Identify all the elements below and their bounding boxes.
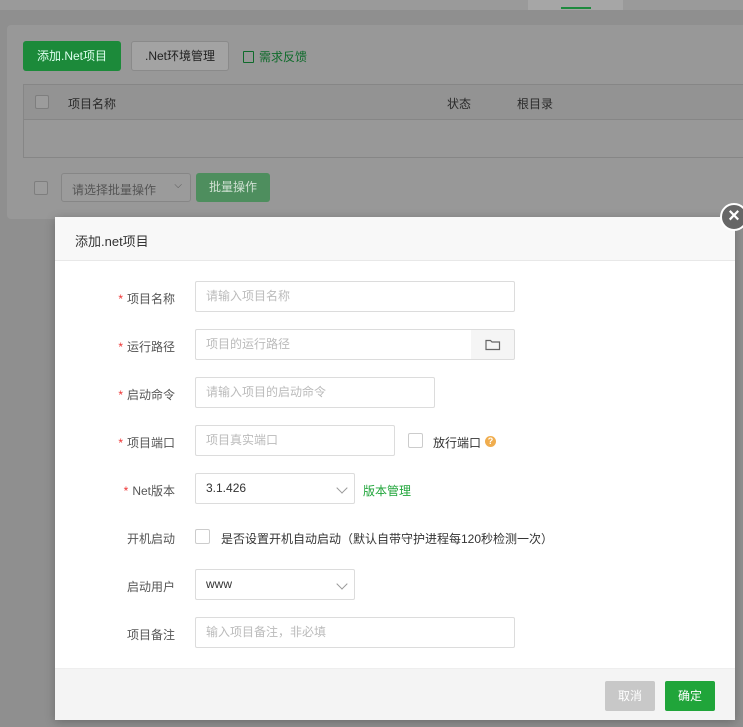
required-mark: *: [118, 340, 123, 354]
help-icon[interactable]: ?: [485, 436, 496, 447]
select-all-checkbox[interactable]: [35, 95, 49, 109]
autostart-checkbox[interactable]: [195, 529, 210, 544]
batch-operation-button[interactable]: 批量操作: [196, 173, 270, 202]
autostart-label: 开机启动: [126, 532, 175, 546]
folder-icon: [485, 339, 501, 351]
column-header-status[interactable]: 状态: [447, 95, 471, 112]
required-mark: *: [118, 388, 123, 402]
open-port-label: 放行端口: [433, 436, 482, 450]
start-user-value: www: [206, 577, 232, 591]
dialog-title: 添加.net项目: [75, 234, 149, 249]
top-nav-bar: [0, 0, 743, 10]
project-port-label: * 项目端口: [118, 436, 175, 450]
dialog-header: 添加.net项目: [55, 217, 735, 261]
batch-select-checkbox[interactable]: [34, 181, 48, 195]
project-name-input[interactable]: 请输入项目名称: [195, 281, 515, 312]
batch-select-placeholder: 请选择批量操作: [72, 183, 157, 197]
net-env-manage-button[interactable]: .Net环境管理: [131, 41, 229, 71]
start-command-input[interactable]: 请输入项目的启动命令: [195, 377, 435, 408]
active-tab-indicator: [561, 7, 591, 9]
remark-label: 项目备注: [126, 628, 175, 642]
net-version-select[interactable]: 3.1.426: [195, 473, 355, 504]
cancel-button[interactable]: 取消: [605, 681, 655, 711]
run-path-input[interactable]: 项目的运行路径: [195, 329, 472, 360]
version-manage-link[interactable]: 版本管理: [363, 482, 411, 499]
column-header-root[interactable]: 根目录: [517, 95, 553, 112]
chevron-down-icon: [336, 578, 348, 590]
table-header: 项目名称 状态 根目录: [24, 85, 743, 120]
close-icon[interactable]: ×: [720, 203, 743, 231]
net-version-value: 3.1.426: [206, 481, 247, 495]
browse-folder-button[interactable]: [471, 329, 515, 360]
project-port-input[interactable]: 项目真实端口: [195, 425, 395, 456]
required-mark: *: [123, 484, 129, 498]
required-mark: *: [118, 292, 123, 306]
autostart-description: 是否设置开机自动启动（默认自带守护进程每120秒检测一次）: [221, 532, 554, 546]
confirm-button[interactable]: 确定: [665, 681, 715, 711]
start-user-select[interactable]: www: [195, 569, 355, 600]
feedback-label: 需求反馈: [259, 50, 308, 64]
run-path-label: * 运行路径: [118, 340, 175, 354]
remark-input[interactable]: 输入项目备注，非必填: [195, 617, 515, 648]
feedback-link[interactable]: 需求反馈: [243, 48, 307, 65]
dialog-footer: 取消 确定: [55, 668, 735, 720]
project-name-label: * 项目名称: [118, 292, 175, 306]
required-mark: *: [118, 436, 123, 450]
column-header-name[interactable]: 项目名称: [68, 95, 116, 112]
project-table: 项目名称 状态 根目录: [23, 84, 743, 158]
chevron-down-icon: ⌵: [174, 180, 182, 191]
add-net-project-dialog: 添加.net项目 * 项目名称 请输入项目名称 * 运行路径 项目的运行路径 * 启动…: [55, 217, 735, 720]
batch-operation-select[interactable]: 请选择批量操作 ⌵: [61, 173, 191, 202]
open-port-checkbox[interactable]: [408, 433, 423, 448]
edit-icon: [243, 51, 254, 63]
add-net-project-button[interactable]: 添加.Net项目: [23, 41, 121, 71]
start-user-label: 启动用户: [126, 580, 175, 594]
net-version-label: * Net版本: [123, 484, 175, 498]
start-command-label: * 启动命令: [118, 388, 175, 402]
chevron-down-icon: [336, 482, 348, 494]
